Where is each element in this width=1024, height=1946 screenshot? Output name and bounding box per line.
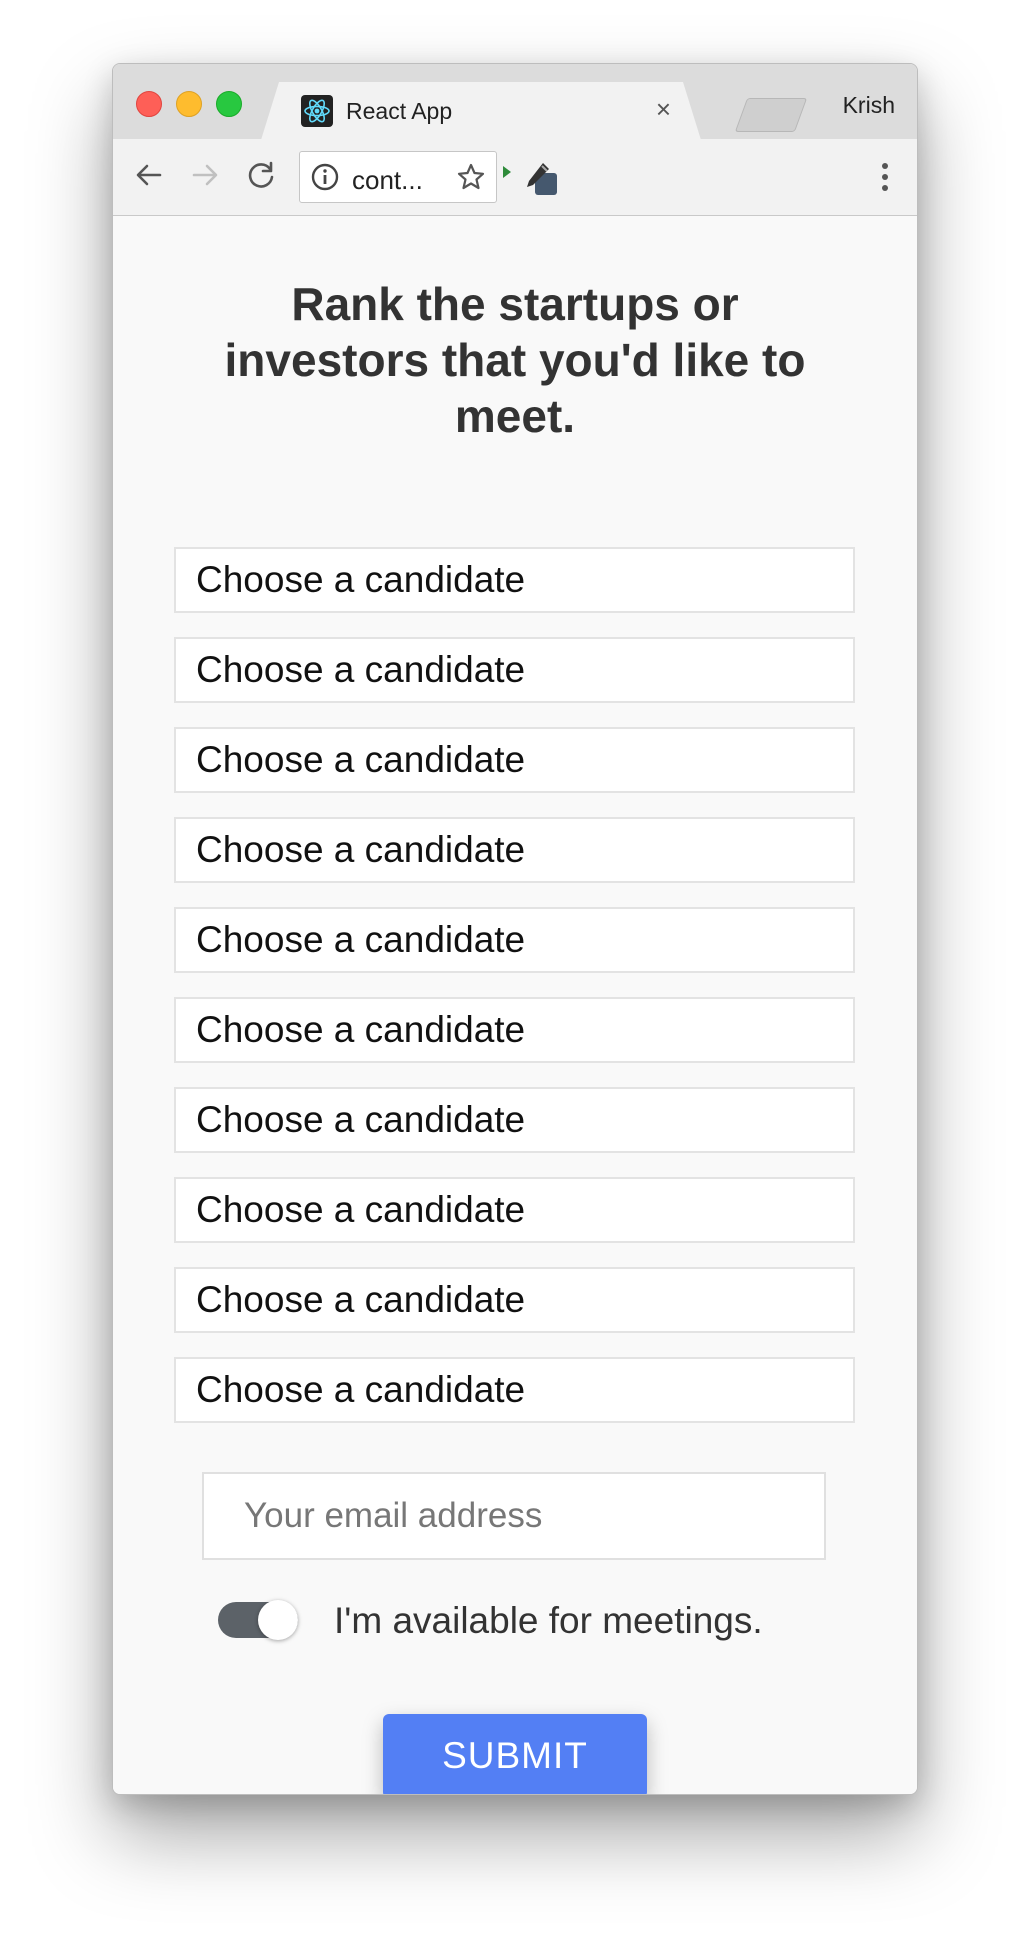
stage: React App × Krish cont... Rank the start…	[0, 0, 1024, 1946]
address-bar[interactable]: cont...	[299, 151, 497, 203]
reload-icon[interactable]	[243, 157, 279, 193]
minimize-window-icon[interactable]	[176, 91, 202, 117]
react-logo-icon	[301, 95, 333, 127]
zoom-window-icon[interactable]	[216, 91, 242, 117]
availability-toggle[interactable]	[218, 1600, 298, 1640]
info-icon[interactable]	[310, 162, 340, 197]
candidate-select-2[interactable]: Choose a candidate	[174, 637, 855, 703]
candidate-select-5[interactable]: Choose a candidate	[174, 907, 855, 973]
back-arrow-icon[interactable]	[131, 157, 167, 193]
candidate-select-10[interactable]: Choose a candidate	[174, 1357, 855, 1423]
tab-title: React App	[346, 98, 453, 124]
toggle-knob	[258, 1600, 298, 1640]
tab-strip: React App × Krish	[113, 64, 917, 140]
browser-toolbar: cont...	[113, 139, 917, 216]
submit-button[interactable]: SUBMIT	[383, 1714, 647, 1794]
more-vert-icon[interactable]	[879, 161, 891, 198]
forward-arrow-icon[interactable]	[187, 157, 223, 193]
candidate-select-8[interactable]: Choose a candidate	[174, 1177, 855, 1243]
email-input[interactable]: Your email address	[202, 1472, 826, 1560]
candidate-select-4[interactable]: Choose a candidate	[174, 817, 855, 883]
candidate-select-7[interactable]: Choose a candidate	[174, 1087, 855, 1153]
availability-label: I'm available for meetings.	[334, 1600, 763, 1641]
candidate-select-6[interactable]: Choose a candidate	[174, 997, 855, 1063]
new-tab-button[interactable]	[734, 98, 808, 132]
close-window-icon[interactable]	[136, 91, 162, 117]
candidate-select-1[interactable]: Choose a candidate	[174, 547, 855, 613]
page-title: Rank the startups or investors that you'…	[224, 278, 806, 442]
candidate-select-9[interactable]: Choose a candidate	[174, 1267, 855, 1333]
tab-close-icon[interactable]: ×	[656, 94, 671, 125]
star-icon[interactable]	[456, 162, 486, 197]
candidate-select-3[interactable]: Choose a candidate	[174, 727, 855, 793]
page-content: Rank the startups or investors that you'…	[113, 216, 917, 1794]
browser-tab-active[interactable]: React App ×	[261, 82, 701, 140]
extension-indicator-icon[interactable]	[501, 163, 513, 186]
eyedropper-icon[interactable]	[521, 159, 561, 204]
profile-name[interactable]: Krish	[843, 92, 895, 119]
address-text: cont...	[352, 165, 423, 195]
browser-window: React App × Krish cont... Rank the start…	[112, 63, 918, 1795]
